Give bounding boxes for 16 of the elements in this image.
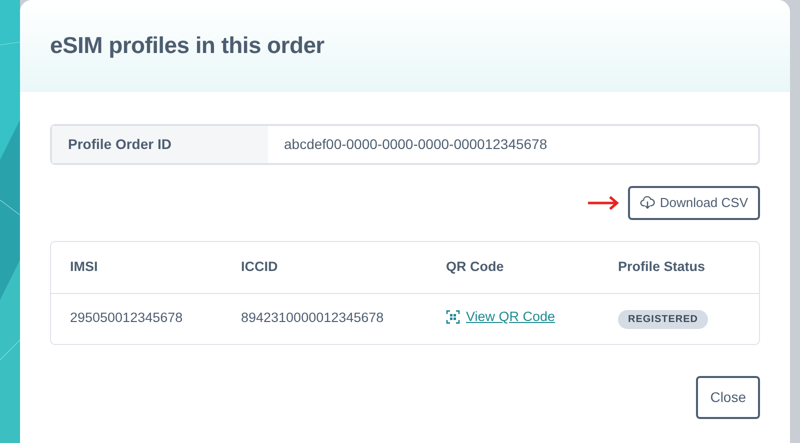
cloud-download-icon [640,196,655,210]
table-cell-text: 8942310000012345678 [241,309,385,328]
status-badge: REGISTERED [618,310,708,330]
column-header: QR Code [446,258,505,276]
download-csv-button[interactable]: Download CSV [628,186,760,220]
table-cell-text: 295050012345678 [70,309,184,328]
view-qr-code-link[interactable]: View QR Code [446,306,556,328]
close-button[interactable]: Close [696,376,760,418]
column-header: Profile Status [618,258,706,276]
column-header: ICCID [241,258,279,276]
qr-code-icon [446,310,460,324]
field-label: Profile Order ID [52,126,268,163]
column-header: IMSI [70,258,99,276]
arrow-icon [588,196,620,210]
field-value: abcdef00-0000-0000-0000-000012345678 [283,135,548,154]
dialog-title: eSIM profiles in this order [50,32,324,60]
